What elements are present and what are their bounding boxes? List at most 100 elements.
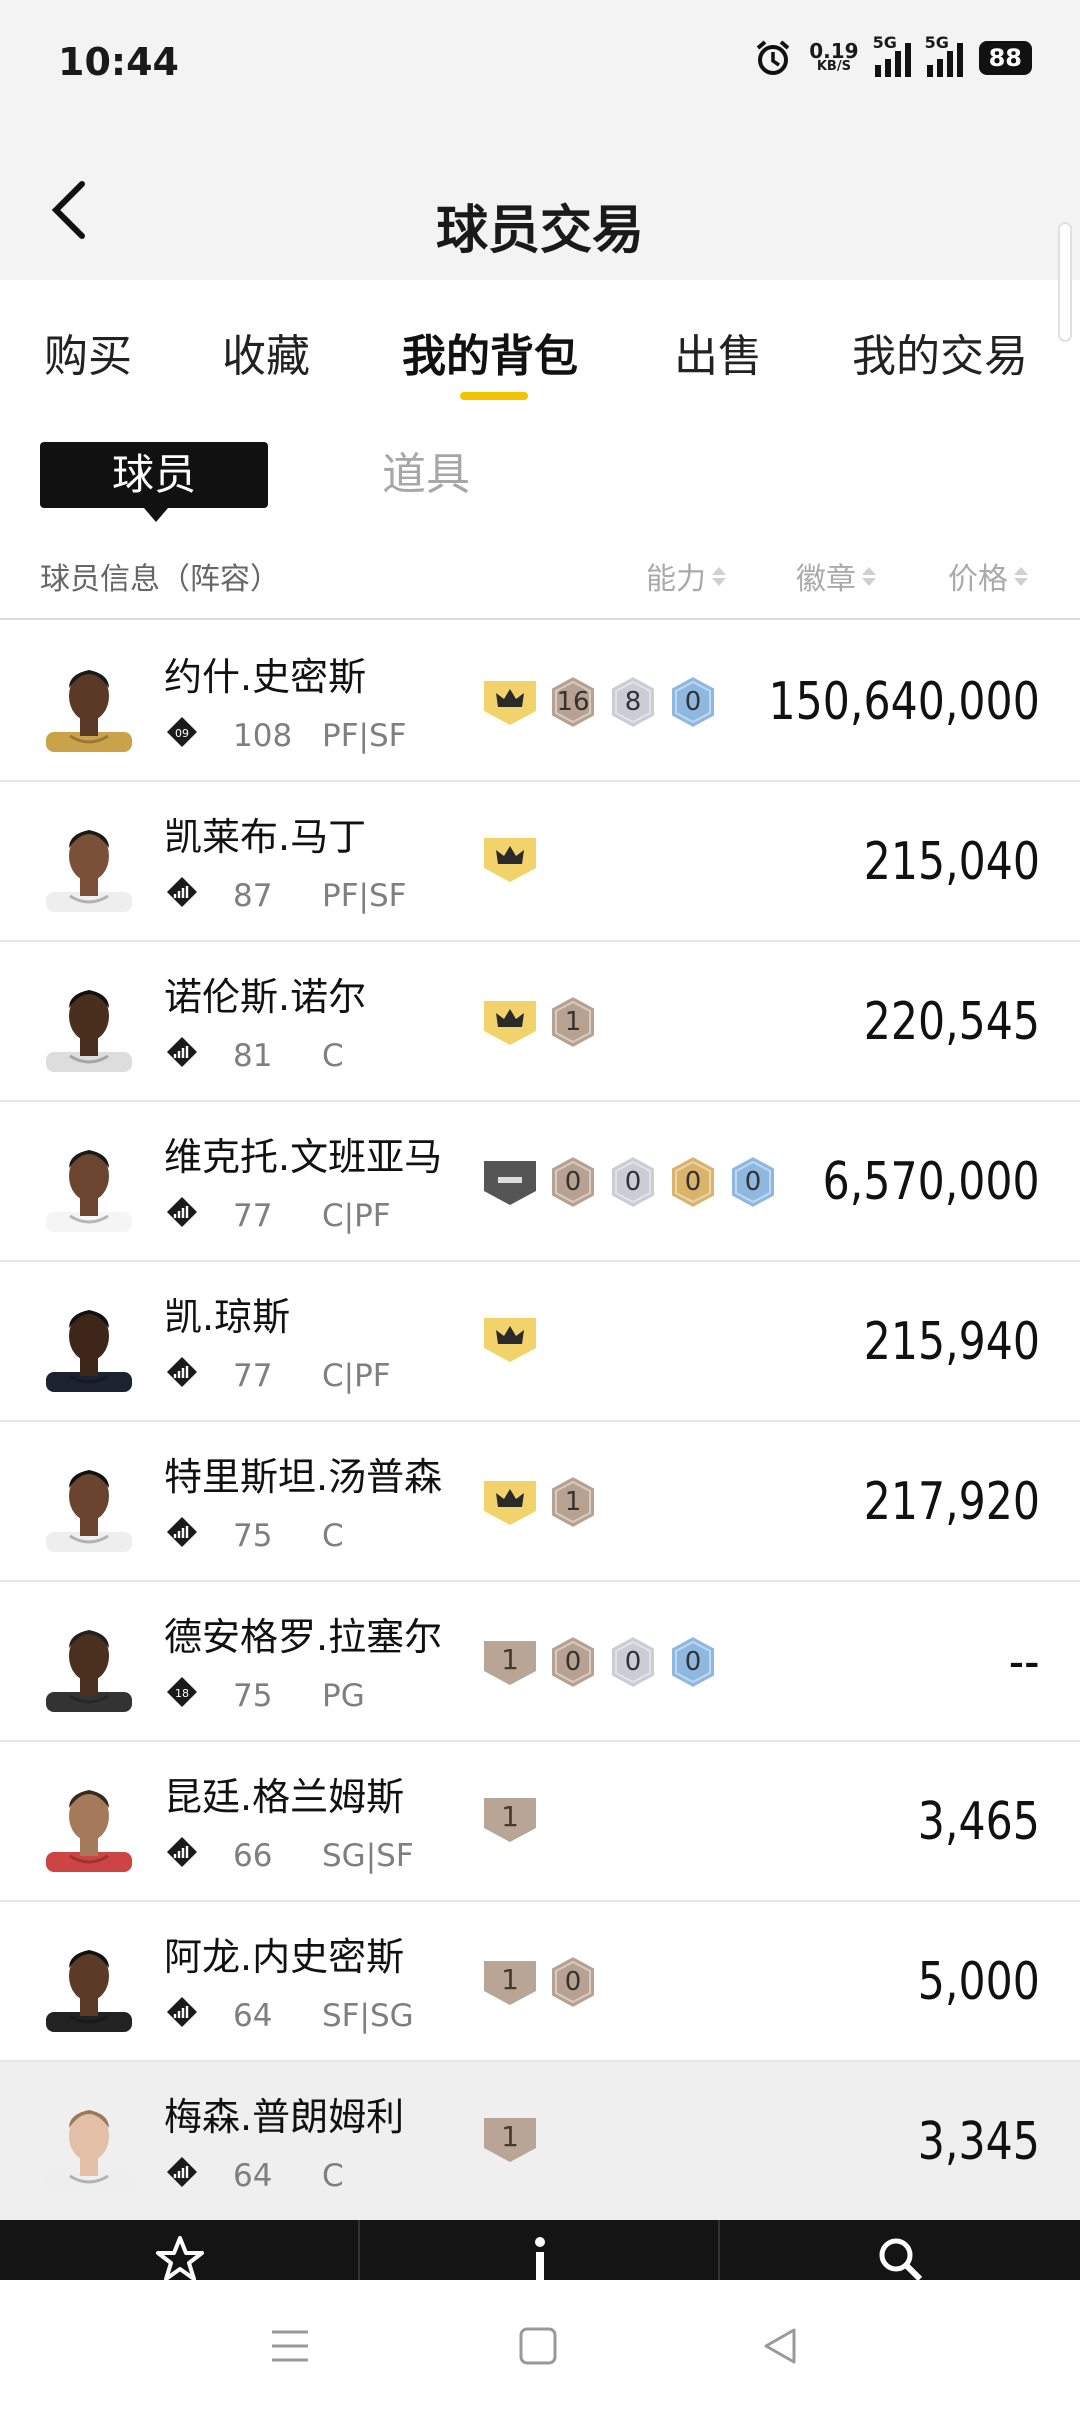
player-badges: 1 <box>482 994 598 1050</box>
rank-shield-value: 1 <box>501 1642 519 1676</box>
menu-icon[interactable] <box>268 2324 312 2368</box>
dash-badge-icon <box>482 1157 538 1207</box>
badge-count-value: 0 <box>744 1167 762 1197</box>
rank-shield-badge: 1 <box>482 1637 538 1687</box>
player-row[interactable]: 诺伦斯.诺尔 81 C 1 220,545 <box>0 942 1080 1102</box>
player-row[interactable]: 阿龙.内史密斯 64 SF|SG 1 0 5,000 <box>0 1902 1080 2062</box>
badge-count-hex: 1 <box>548 1474 598 1530</box>
crown-badge-icon <box>482 834 538 884</box>
system-nav-bar <box>0 2280 1080 2414</box>
column-badge-label: 徽章 <box>796 562 856 597</box>
badge-count-value: 0 <box>684 687 702 717</box>
crown-badge-icon <box>482 997 538 1047</box>
status-bar: 10:44 0.19 KB/S 5G 5G 88 <box>0 0 1080 130</box>
badge-count-hex: 1 <box>548 994 598 1050</box>
player-tier-icon <box>166 1196 198 1228</box>
player-list: 约什.史密斯 09 108 PF|SF 16 8 0 150,640,000 凯莱布.马丁 87 P… <box>0 622 1080 2222</box>
svg-text:09: 09 <box>175 727 189 740</box>
player-avatar <box>40 1132 138 1232</box>
page-title: 球员交易 <box>435 201 644 261</box>
player-avatar <box>40 1772 138 1872</box>
player-overall: 75 <box>233 1678 273 1714</box>
bottom-nav-search[interactable] <box>720 2220 1080 2280</box>
player-avatar <box>40 652 138 752</box>
column-ability-sort[interactable]: 能力 <box>646 554 726 598</box>
player-name: 凯莱布.马丁 <box>164 815 367 859</box>
player-price: 215,040 <box>863 832 1040 892</box>
bottom-nav-favorites[interactable] <box>0 2220 360 2280</box>
svg-text:18: 18 <box>175 1687 189 1700</box>
player-avatar <box>40 1932 138 2032</box>
badge-count-hex: 0 <box>728 1154 778 1210</box>
tab-sell[interactable]: 出售 <box>674 320 762 384</box>
player-price: 150,640,000 <box>768 672 1040 732</box>
rank-shield-badge: 1 <box>482 2114 538 2164</box>
active-tab-indicator <box>460 392 528 400</box>
status-icons: 0.19 KB/S 5G 5G 88 <box>753 33 1032 78</box>
tab-my-backpack[interactable]: 我的背包 <box>402 320 578 384</box>
player-avatar <box>40 972 138 1072</box>
rank-shield-value: 1 <box>501 2119 519 2153</box>
player-name: 凯.琼斯 <box>164 1295 291 1339</box>
rank-shield-badge: 1 <box>482 1794 538 1844</box>
star-icon <box>156 2236 204 2280</box>
player-badges <box>482 1314 538 1364</box>
player-row[interactable]: 德安格罗.拉塞尔 18 75 PG 1 0 0 0 -- <box>0 1582 1080 1742</box>
net-speed: 0.19 KB/S <box>809 41 858 74</box>
player-position: C <box>322 1518 344 1554</box>
signal-label-2: 5G <box>924 33 949 52</box>
badge-count-value: 1 <box>564 1007 582 1037</box>
player-tier-icon <box>166 1996 198 2028</box>
bottom-nav-info[interactable] <box>360 2220 720 2280</box>
player-badges: 1 0 0 0 <box>482 1634 718 1690</box>
status-time: 10:44 <box>58 40 179 84</box>
player-name: 梅森.普朗姆利 <box>164 2095 405 2139</box>
column-price-sort[interactable]: 价格 <box>948 554 1028 598</box>
badge-count-hex: 0 <box>548 1954 598 2010</box>
badge-count-value: 0 <box>684 1167 702 1197</box>
tab-favorites[interactable]: 收藏 <box>222 320 310 384</box>
home-icon[interactable] <box>516 2324 560 2368</box>
tab-my-trades[interactable]: 我的交易 <box>852 320 1028 384</box>
badge-count-value: 0 <box>564 1647 582 1677</box>
back-icon[interactable] <box>758 2324 802 2368</box>
page-header: 球员交易 <box>0 130 1080 280</box>
player-avatar <box>40 812 138 912</box>
column-badge-sort[interactable]: 徽章 <box>796 554 876 598</box>
player-overall: 64 <box>233 1998 273 2034</box>
player-price: 3,345 <box>917 2112 1040 2172</box>
player-avatar <box>40 1612 138 1712</box>
player-price: -- <box>1009 1632 1040 1692</box>
player-position: SG|SF <box>322 1838 414 1874</box>
subtab-items[interactable]: 道具 <box>382 442 470 508</box>
info-icon <box>535 2237 545 2280</box>
signal-icon-2: 5G <box>925 33 963 77</box>
player-position: SF|SG <box>322 1998 414 2034</box>
player-row[interactable]: 梅森.普朗姆利 64 C 1 3,345 <box>0 2062 1080 2222</box>
player-row[interactable]: 凯.琼斯 77 C|PF 215,940 <box>0 1262 1080 1422</box>
crown-badge-icon <box>482 677 538 727</box>
player-position: PG <box>322 1678 365 1714</box>
signal-icon: 5G <box>873 33 911 77</box>
player-position: C|PF <box>322 1358 391 1394</box>
badge-count-hex: 0 <box>608 1634 658 1690</box>
tab-buy[interactable]: 购买 <box>44 320 132 384</box>
player-row[interactable]: 凯莱布.马丁 87 PF|SF 215,040 <box>0 782 1080 942</box>
crown-badge-icon <box>482 1314 538 1364</box>
rank-shield-value: 1 <box>501 1799 519 1833</box>
player-badges: 1 <box>482 1474 598 1530</box>
signal-label: 5G <box>872 33 897 52</box>
rank-shield-badge: 1 <box>482 1957 538 2007</box>
subtab-players[interactable]: 球员 <box>40 442 268 522</box>
player-row[interactable]: 昆廷.格兰姆斯 66 SG|SF 1 3,465 <box>0 1742 1080 1902</box>
player-overall: 81 <box>233 1038 273 1074</box>
sort-icon <box>1014 566 1028 586</box>
player-position: PF|SF <box>322 718 407 754</box>
player-row[interactable]: 约什.史密斯 09 108 PF|SF 16 8 0 150,640,000 <box>0 622 1080 782</box>
player-tier-icon: 09 <box>166 716 198 748</box>
player-row[interactable]: 特里斯坦.汤普森 75 C 1 217,920 <box>0 1422 1080 1582</box>
badge-count-hex: 0 <box>608 1154 658 1210</box>
player-position: PF|SF <box>322 878 407 914</box>
player-overall: 77 <box>233 1198 273 1234</box>
player-row[interactable]: 维克托.文班亚马 77 C|PF 0 0 0 0 6,570,000 <box>0 1102 1080 1262</box>
